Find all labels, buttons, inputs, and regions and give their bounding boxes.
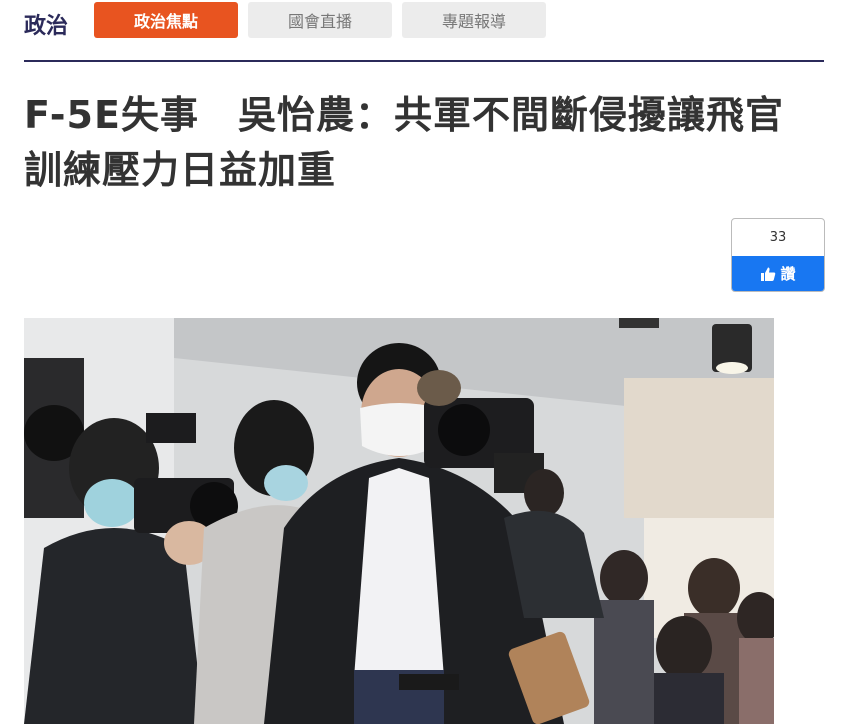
tab-political-focus[interactable]: 政治焦點	[94, 2, 238, 38]
headline-line-2: 訓練壓力日益加重	[24, 148, 337, 192]
article-headline: F-5E失事 吳怡農：共軍不間斷侵擾讓飛官 訓練壓力日益加重	[24, 88, 814, 198]
article-photo	[24, 318, 774, 724]
facebook-like-widget: 33 讚	[731, 218, 825, 292]
headline-line-1: F-5E失事 吳怡農：共軍不間斷侵擾讓飛官	[24, 93, 784, 137]
tab-parliament-live[interactable]: 國會直播	[248, 2, 392, 38]
like-button[interactable]: 讚	[732, 256, 824, 291]
like-count: 33	[769, 230, 787, 245]
thumbs-up-icon	[761, 267, 776, 281]
section-header: 政治 政治焦點 國會直播 專題報導	[24, 0, 824, 62]
like-label: 讚	[780, 265, 796, 283]
tab-special-reports[interactable]: 專題報導	[402, 2, 546, 38]
section-title[interactable]: 政治	[24, 8, 68, 40]
